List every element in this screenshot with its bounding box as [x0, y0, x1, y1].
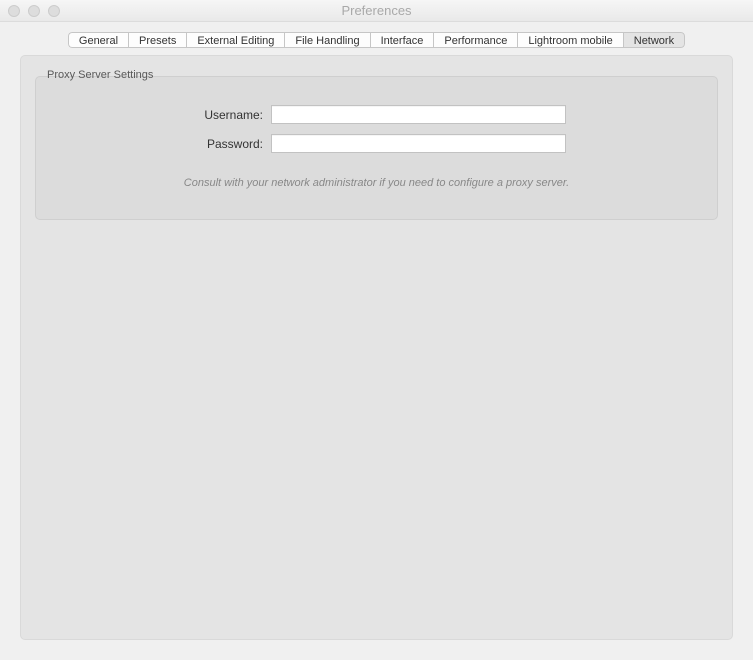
zoom-icon[interactable] — [48, 5, 60, 17]
password-field[interactable] — [271, 134, 566, 153]
tab-file-handling[interactable]: File Handling — [284, 32, 369, 48]
proxy-settings-section: Proxy Server Settings Username: Password… — [35, 76, 718, 220]
section-title: Proxy Server Settings — [45, 69, 155, 81]
password-label: Password: — [56, 137, 271, 151]
title-bar: Preferences — [0, 0, 753, 22]
tab-performance[interactable]: Performance — [433, 32, 517, 48]
password-row: Password: — [56, 134, 697, 153]
close-icon[interactable] — [8, 5, 20, 17]
minimize-icon[interactable] — [28, 5, 40, 17]
tab-network[interactable]: Network — [623, 32, 685, 48]
username-label: Username: — [56, 108, 271, 122]
tab-general[interactable]: General — [68, 32, 128, 48]
tab-interface[interactable]: Interface — [370, 32, 434, 48]
traffic-lights — [8, 5, 60, 17]
main-panel: Proxy Server Settings Username: Password… — [20, 55, 733, 640]
content-area: General Presets External Editing File Ha… — [0, 22, 753, 660]
username-field[interactable] — [271, 105, 566, 124]
proxy-hint: Consult with your network administrator … — [56, 177, 697, 189]
window-title: Preferences — [0, 3, 753, 18]
tab-lightroom-mobile[interactable]: Lightroom mobile — [517, 32, 622, 48]
tab-bar: General Presets External Editing File Ha… — [20, 32, 733, 48]
tab-group: General Presets External Editing File Ha… — [68, 32, 685, 48]
proxy-fieldset: Username: Password: Consult with your ne… — [35, 76, 718, 220]
tab-presets[interactable]: Presets — [128, 32, 186, 48]
username-row: Username: — [56, 105, 697, 124]
tab-external-editing[interactable]: External Editing — [186, 32, 284, 48]
